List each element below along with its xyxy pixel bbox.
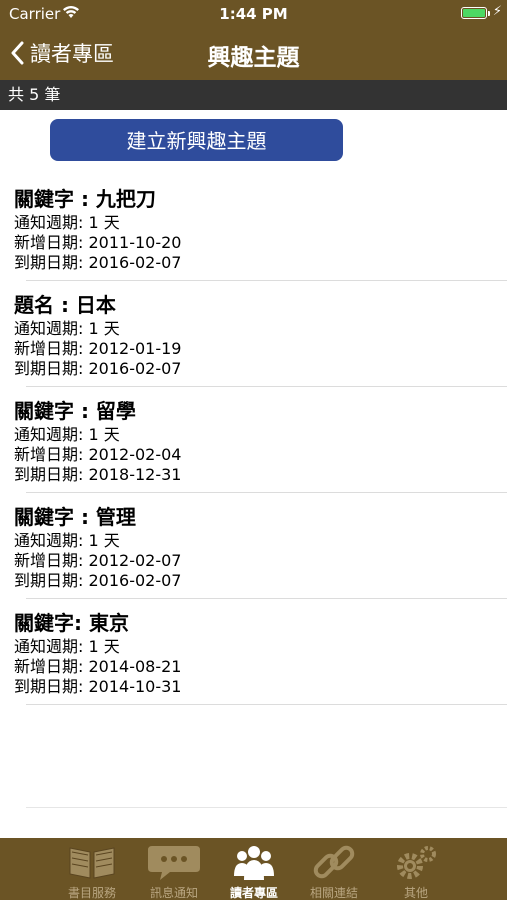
people-icon xyxy=(234,846,274,880)
list-item[interactable]: 關鍵字 : 管理 通知週期: 1 天 新增日期: 2012-02-07 到期日期… xyxy=(0,493,507,599)
top-header: Carrier 1:44 PM ⚡ 讀者專區 興趣主題 xyxy=(0,0,507,80)
battery-tip xyxy=(488,11,490,16)
create-interest-topic-button[interactable]: 建立新興趣主題 xyxy=(50,119,343,161)
book-icon xyxy=(69,847,115,879)
result-count-bar: 共 5 筆 xyxy=(0,80,507,110)
tab-notifications[interactable]: 訊息通知 xyxy=(134,838,214,900)
result-count: 共 5 筆 xyxy=(8,85,61,104)
page-title: 興趣主題 xyxy=(207,45,300,71)
chat-bubble-icon xyxy=(148,846,200,880)
topic-heading: 關鍵字 : 管理 xyxy=(14,505,136,529)
list-item[interactable]: 題名 : 日本 通知週期: 1 天 新增日期: 2012-01-19 到期日期:… xyxy=(0,281,507,387)
tab-other[interactable]: 其他 xyxy=(376,838,456,900)
topic-heading: 關鍵字 : 留學 xyxy=(14,399,136,423)
expire-date: 到期日期: 2016-02-07 xyxy=(14,359,182,378)
charging-icon: ⚡ xyxy=(492,4,502,19)
list-item[interactable]: 關鍵字: 東京 通知週期: 1 天 新增日期: 2014-08-21 到期日期:… xyxy=(0,599,507,705)
status-bar: Carrier 1:44 PM ⚡ xyxy=(0,0,507,28)
tab-label: 讀者專區 xyxy=(229,886,278,900)
tab-label: 相關連結 xyxy=(309,886,358,900)
interest-topic-list: 關鍵字 : 九把刀 通知週期: 1 天 新增日期: 2011-10-20 到期日… xyxy=(0,175,507,705)
tab-catalog-service[interactable]: 書目服務 xyxy=(52,838,132,900)
gear-icon xyxy=(397,846,436,879)
link-icon xyxy=(313,845,355,879)
tab-label: 其他 xyxy=(403,886,428,900)
tab-bar: 書目服務 訊息通知 讀者專區 相關連結 其他 xyxy=(0,838,507,900)
tab-label: 書目服務 xyxy=(67,886,116,900)
expire-date: 到期日期: 2016-02-07 xyxy=(14,571,182,590)
list-item[interactable]: 關鍵字 : 留學 通知週期: 1 天 新增日期: 2012-02-04 到期日期… xyxy=(0,387,507,493)
tab-label: 訊息通知 xyxy=(149,886,198,900)
expire-date: 到期日期: 2014-10-31 xyxy=(14,677,182,696)
tab-reader-area[interactable]: 讀者專區 xyxy=(214,838,294,900)
divider xyxy=(26,807,507,808)
tab-related-links[interactable]: 相關連結 xyxy=(294,838,374,900)
battery-icon xyxy=(461,7,487,19)
topic-heading: 題名 : 日本 xyxy=(14,293,116,317)
navigation-bar: 讀者專區 興趣主題 xyxy=(0,28,507,80)
divider xyxy=(26,704,507,705)
topic-heading: 關鍵字: 東京 xyxy=(14,611,129,635)
clock: 1:44 PM xyxy=(219,5,288,23)
topic-heading: 關鍵字 : 九把刀 xyxy=(14,187,156,211)
expire-date: 到期日期: 2018-12-31 xyxy=(14,465,182,484)
list-item[interactable]: 關鍵字 : 九把刀 通知週期: 1 天 新增日期: 2011-10-20 到期日… xyxy=(0,175,507,281)
expire-date: 到期日期: 2016-02-07 xyxy=(14,253,182,272)
